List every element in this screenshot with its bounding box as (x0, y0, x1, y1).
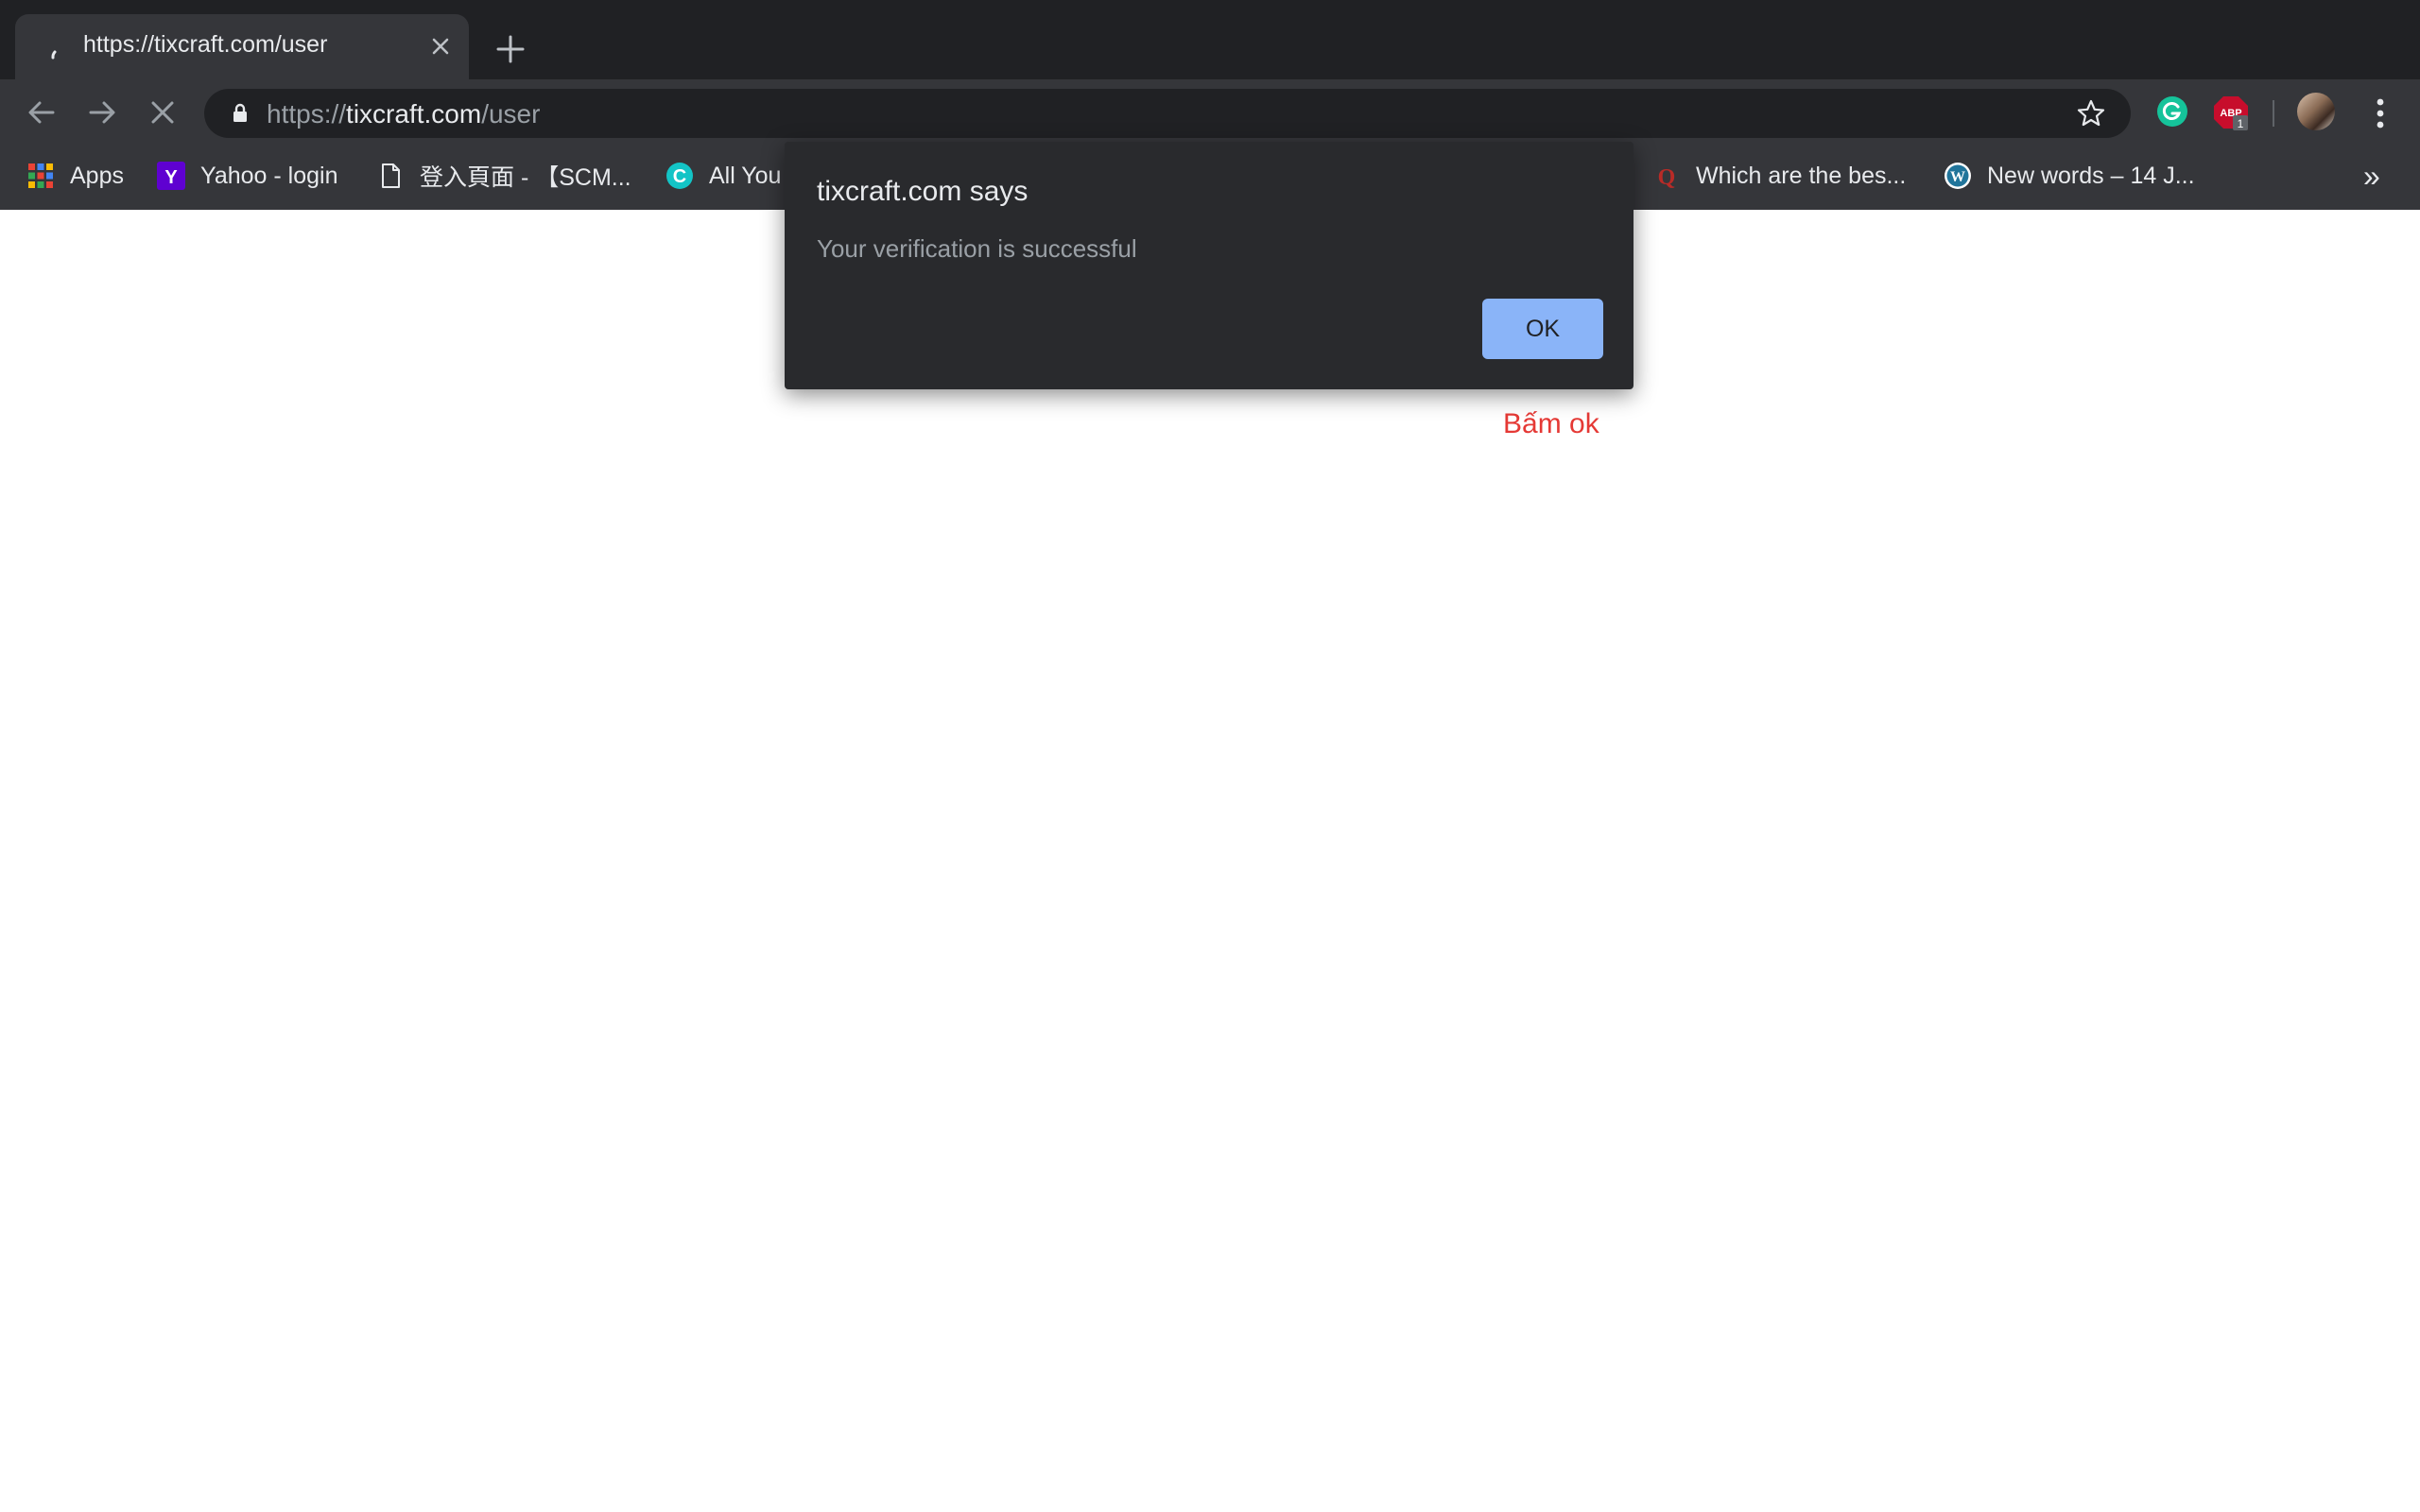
bookmark-label: All You (709, 162, 782, 189)
annotation-text: Bấm ok (1503, 408, 1599, 439)
profile-avatar[interactable] (2297, 93, 2335, 130)
tab-strip: https://tixcraft.com/user (0, 0, 2420, 79)
bookmarks-overflow-chevron[interactable]: » (2363, 159, 2380, 194)
svg-text:Y: Y (164, 167, 178, 188)
address-bar[interactable]: https://tixcraft.com/user (204, 89, 2131, 138)
svg-text:1: 1 (2238, 117, 2244, 130)
bookmark-label: New words – 14 J... (1987, 162, 2195, 189)
svg-text:Q: Q (1658, 165, 1676, 190)
bookmark-login-page[interactable]: 登入頁面 - 【SCM... (376, 159, 631, 193)
svg-text:C: C (673, 166, 686, 187)
svg-text:W: W (1950, 169, 1965, 185)
bookmark-all-you[interactable]: C All You (666, 159, 781, 193)
c-logo-icon: C (666, 163, 693, 189)
bookmark-yahoo[interactable]: Y Yahoo - login (157, 159, 337, 193)
page-icon (382, 163, 400, 188)
dialog-title: tixcraft.com says (817, 176, 1028, 207)
close-tab-icon[interactable] (427, 33, 454, 60)
url-text[interactable]: https://tixcraft.com/user (267, 99, 540, 129)
wordpress-icon: W (1945, 163, 1971, 189)
bookmark-quora[interactable]: Q Which are the bes... (1652, 159, 1907, 193)
browser-tab[interactable]: https://tixcraft.com/user (15, 14, 469, 79)
tab-title: https://tixcraft.com/user (83, 31, 328, 58)
quora-icon: Q (1658, 165, 1676, 190)
toolbar-separator (2273, 100, 2274, 127)
bookmark-wordpress[interactable]: W New words – 14 J... (1944, 159, 2195, 193)
apps-grid-icon (28, 163, 53, 188)
new-tab-icon[interactable] (492, 30, 529, 68)
dialog-message: Your verification is successful (817, 234, 1137, 263)
loading-spinner-icon (51, 50, 57, 60)
browser-toolbar: https://tixcraft.com/user ABP 1 (0, 79, 2420, 146)
alert-dialog: tixcraft.com says Your verification is s… (785, 142, 1634, 389)
yahoo-icon: Y (157, 162, 185, 190)
back-arrow-icon[interactable] (25, 95, 59, 129)
bookmark-apps[interactable]: Apps (26, 159, 124, 193)
stop-loading-icon[interactable] (146, 95, 180, 129)
bookmark-star-icon[interactable] (2076, 98, 2106, 129)
bookmark-label: Apps (70, 162, 124, 189)
adblock-icon[interactable]: ABP 1 (2212, 93, 2250, 130)
grammarly-icon[interactable] (2153, 93, 2191, 130)
bookmark-label: Yahoo - login (200, 162, 338, 189)
bookmark-label: 登入頁面 - 【SCM... (420, 164, 631, 191)
forward-arrow-icon[interactable] (85, 95, 119, 129)
bookmark-label: Which are the bes... (1696, 162, 1907, 189)
lock-icon[interactable] (229, 102, 251, 125)
kebab-menu-icon[interactable] (2363, 94, 2397, 132)
ok-button[interactable]: OK (1482, 299, 1603, 359)
